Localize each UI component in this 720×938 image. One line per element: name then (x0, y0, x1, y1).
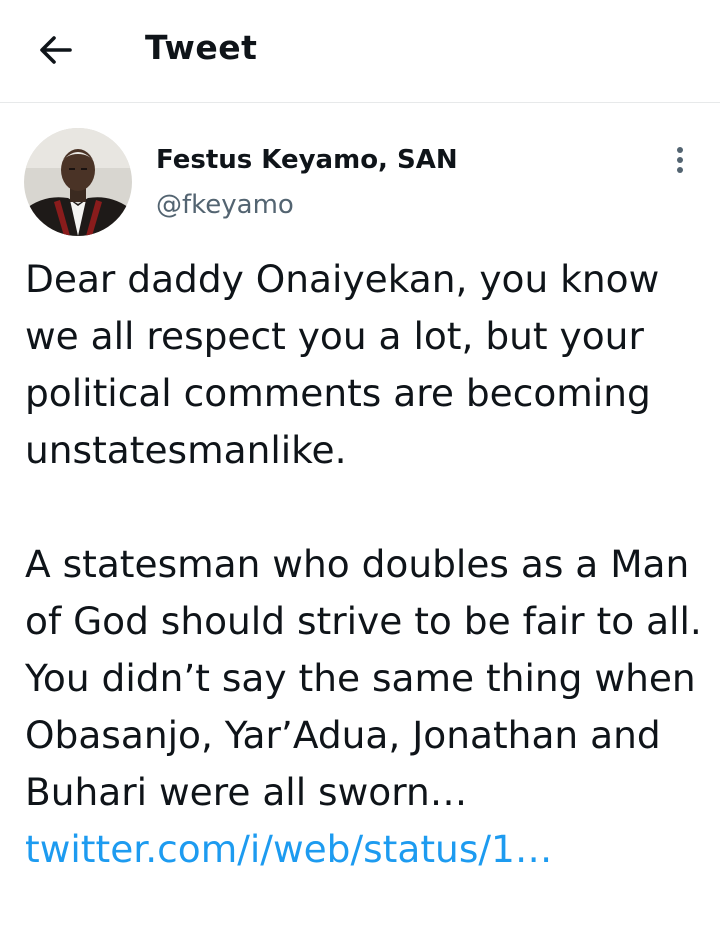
arrow-left-icon (40, 36, 72, 64)
tweet-link[interactable]: twitter.com/i/web/status/1… (25, 827, 552, 871)
author-handle[interactable]: @fkeyamo (156, 188, 294, 222)
more-vertical-icon (677, 147, 683, 173)
author-name[interactable]: Festus Keyamo, SAN (156, 143, 458, 177)
avatar[interactable] (24, 128, 132, 236)
tweet-paragraph-text: A statesman who doubles as a Man of God … (25, 542, 702, 814)
page-title: Tweet (145, 28, 258, 67)
back-button[interactable] (34, 28, 78, 72)
tweet-paragraph: Dear daddy Onaiyekan, you know we all re… (25, 257, 660, 472)
tweet-paragraph: A statesman who doubles as a Man of God … (25, 536, 705, 878)
more-options-button[interactable] (664, 144, 696, 176)
tweet-text: Dear daddy Onaiyekan, you know we all re… (25, 251, 705, 878)
top-bar: Tweet (0, 0, 720, 103)
